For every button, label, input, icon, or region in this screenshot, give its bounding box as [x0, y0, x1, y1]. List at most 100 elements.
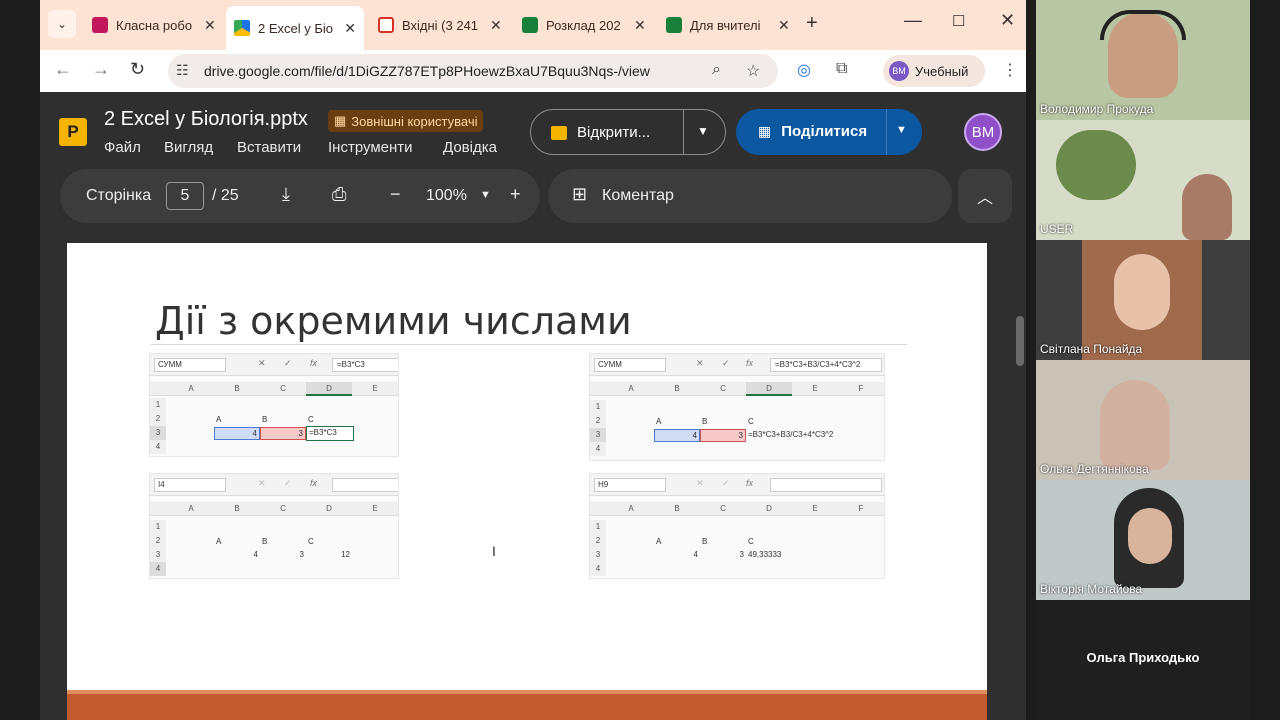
comment-button[interactable]: ⊞ Коментар — [548, 169, 952, 223]
row-header: 4 — [590, 442, 606, 456]
cancel-icon: ✕ — [258, 478, 266, 488]
cell: C — [748, 417, 754, 426]
page-toolbar: Сторінка 5 / 25 ⤓ ⎙ − 100% ▼ + — [60, 169, 540, 223]
drive-icon — [234, 20, 250, 36]
tab-schedule[interactable]: Розклад 202 ✕ — [514, 8, 654, 42]
site-info-icon[interactable]: ☷ — [176, 62, 189, 79]
open-with-button[interactable]: Відкрити... ▼ — [530, 109, 726, 155]
maximize-button[interactable]: ☐ — [952, 12, 965, 30]
cancel-icon: ✕ — [258, 358, 266, 368]
scrollbar[interactable] — [1016, 316, 1024, 366]
close-icon[interactable]: ✕ — [634, 17, 646, 34]
download-icon[interactable]: ⤓ — [282, 184, 290, 205]
close-icon[interactable]: ✕ — [344, 20, 356, 37]
comment-label: Коментар — [602, 187, 674, 204]
zoom-out-icon[interactable]: − — [390, 184, 401, 205]
address-bar[interactable]: ☷ drive.google.com/file/d/1DiGZZ787ETp8P… — [168, 54, 778, 88]
zoom-icon[interactable]: ⌕ — [712, 61, 721, 79]
minimize-button[interactable]: — — [904, 10, 922, 31]
new-tab-button[interactable]: + — [806, 12, 818, 35]
tab-search-button[interactable]: ⌄ — [48, 10, 76, 38]
sheets-icon — [522, 17, 538, 33]
back-button[interactable]: ← — [54, 59, 72, 80]
close-icon[interactable]: ✕ — [204, 17, 216, 34]
tab-title: Для вчителі — [690, 17, 761, 33]
share-dropdown-icon[interactable]: ▼ — [896, 124, 907, 136]
col-header: B — [234, 504, 240, 513]
cancel-icon: ✕ — [696, 358, 704, 368]
open-dropdown-icon[interactable]: ▼ — [697, 124, 709, 138]
cell: B — [702, 417, 708, 426]
participant-name: Ольга Дегтяннікова — [1040, 462, 1149, 476]
row-header: 1 — [150, 520, 166, 534]
menu-view[interactable]: Вигляд — [164, 139, 213, 156]
cell: B — [262, 415, 268, 424]
reload-button[interactable]: ↻ — [130, 59, 145, 80]
row-header: 4 — [150, 440, 166, 454]
menu-help[interactable]: Довідка — [443, 139, 497, 156]
participant-name: Ольга Приходько — [1086, 650, 1200, 665]
external-users-badge[interactable]: ▦ Зовнішні користувачі — [328, 110, 484, 132]
share-button[interactable]: ▦ Поділитися ▼ — [736, 109, 922, 155]
share-grid-icon: ▦ — [758, 123, 772, 139]
tab-for-teachers[interactable]: Для вчителі ✕ — [658, 8, 798, 42]
more-menu-icon[interactable]: ⋮ — [1002, 60, 1018, 80]
cell: A — [656, 417, 662, 426]
url-text[interactable]: drive.google.com/file/d/1DiGZZ787ETp8PHo… — [204, 63, 650, 79]
zoom-dropdown-icon[interactable]: ▼ — [480, 189, 491, 201]
profile-label: Учебный — [915, 63, 969, 79]
participant-tile-1[interactable]: Володимир Прокуда — [1036, 0, 1250, 120]
participant-tile-6[interactable]: Ольга Приходько — [1036, 600, 1250, 720]
account-avatar[interactable]: ВМ — [964, 113, 1002, 151]
col-header: A — [628, 504, 634, 513]
menu-tools[interactable]: Інструменти — [328, 139, 413, 156]
slide-title: Дії з окремими числами — [155, 299, 632, 343]
tab-gmail[interactable]: Вхідні (3 241 ✕ — [370, 8, 510, 42]
tab-excel-biology[interactable]: 2 Excel у Біо ✕ — [226, 6, 364, 50]
tab-class-work[interactable]: Класна робо ✕ — [84, 8, 224, 42]
close-icon[interactable]: ✕ — [490, 17, 502, 34]
cell-c3: 3 — [739, 550, 744, 559]
menu-file[interactable]: Файл — [104, 139, 141, 156]
profile-button[interactable]: ВМ Учебный — [883, 55, 985, 87]
slide-page: Дії з окремими числами СУММ ✕ ✓ fx =B3*C… — [67, 243, 987, 720]
cell: A — [216, 537, 222, 546]
formula-input — [770, 478, 882, 492]
window-close-button[interactable]: ✕ — [1000, 10, 1015, 31]
participant-tile-2[interactable]: USER — [1036, 120, 1250, 240]
collapse-toolbar-button[interactable]: ︿ — [958, 169, 1012, 223]
function-icon: fx — [746, 478, 754, 488]
menu-insert[interactable]: Вставити — [237, 139, 301, 156]
extensions-puzzle-icon[interactable]: ⧉ — [836, 60, 847, 78]
participant-video — [1182, 174, 1232, 240]
page-number-input[interactable]: 5 — [166, 182, 204, 210]
left-screen-edge — [0, 0, 40, 720]
col-header: B — [674, 504, 680, 513]
row-header: 2 — [590, 534, 606, 548]
extension-icon[interactable]: ◎ — [797, 60, 811, 80]
close-icon[interactable]: ✕ — [778, 17, 790, 34]
forward-button[interactable]: → — [92, 59, 110, 80]
zoom-level[interactable]: 100% — [426, 187, 467, 205]
participant-tile-5[interactable]: Вікторія Мотайова — [1036, 480, 1250, 600]
cell-d3-formula: =B3*C3+B3/C3+4*C3^2 — [748, 430, 834, 439]
col-header: E — [812, 504, 818, 513]
screen: ⌄ Класна робо ✕ 2 Excel у Біо ✕ Вхідні (… — [0, 0, 1280, 720]
bookmark-star-icon[interactable]: ☆ — [746, 61, 760, 81]
participant-tile-3[interactable]: Світлана Понайда — [1036, 240, 1250, 360]
participant-tile-4[interactable]: Ольга Дегтяннікова — [1036, 360, 1250, 480]
cell: C — [308, 537, 314, 546]
cell-c3: 3 — [260, 427, 306, 440]
name-box: СУММ — [154, 358, 226, 372]
participants-panel: Володимир Прокуда USER Світлана Понайда … — [1026, 0, 1280, 720]
formula-input: =B3*C3+B3/C3+4*C3^2 — [770, 358, 882, 372]
profile-avatar: ВМ — [889, 61, 909, 81]
function-icon: fx — [746, 358, 754, 368]
check-icon: ✓ — [284, 358, 292, 368]
cell-b3: 4 — [693, 550, 698, 559]
zoom-in-icon[interactable]: + — [510, 184, 521, 205]
cell-d3-result: 49,33333 — [748, 550, 782, 559]
col-header: C — [720, 504, 726, 513]
print-icon[interactable]: ⎙ — [332, 184, 346, 205]
cell: A — [216, 415, 222, 424]
